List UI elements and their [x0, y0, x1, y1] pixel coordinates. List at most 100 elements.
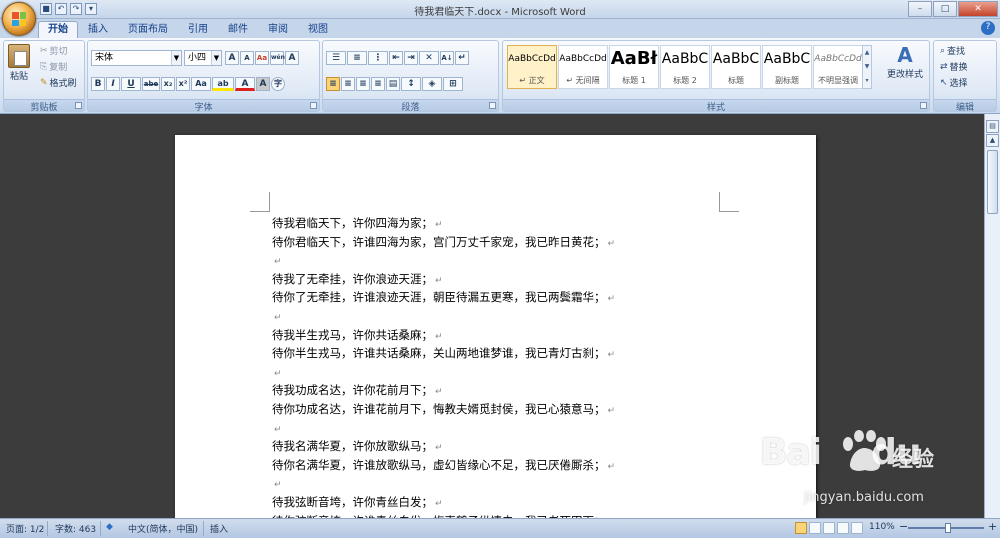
font-launcher-icon[interactable]	[310, 102, 317, 109]
italic-icon[interactable]: I	[106, 77, 120, 91]
maximize-button[interactable]: □	[933, 1, 957, 17]
paragraph-launcher-icon[interactable]	[489, 102, 496, 109]
web-layout-icon[interactable]	[823, 522, 835, 534]
font-size-select[interactable]: 小四 ▼	[184, 50, 222, 66]
style-subtitle[interactable]: AaBbC 副标题	[762, 45, 812, 89]
styles-launcher-icon[interactable]	[920, 102, 927, 109]
align-right-icon[interactable]: ≡	[356, 77, 370, 91]
tab-references[interactable]: 引用	[178, 21, 218, 38]
change-case-icon[interactable]: Aa	[191, 77, 211, 91]
office-button[interactable]	[2, 2, 36, 36]
document-line[interactable]: 待我半生戎马，许你共话桑麻； ↵	[272, 326, 615, 345]
insert-mode[interactable]: 插入	[210, 522, 228, 535]
decrease-indent-icon[interactable]: ⇤	[389, 51, 403, 65]
document-line[interactable]: 待我功成名达，许你花前月下； ↵	[272, 381, 615, 400]
show-marks-icon[interactable]: ↵	[455, 51, 469, 65]
empty-line[interactable]: ↵	[272, 419, 615, 438]
document-line[interactable]: 待你半生戎马，许谁共话桑麻，关山两地谁梦谁，我已青灯古刹； ↵	[272, 344, 615, 363]
document-line[interactable]: 待你名满华夏，许谁放歌纵马，虚幻皆缘心不足，我已厌倦厮杀； ↵	[272, 456, 615, 475]
minimize-button[interactable]: –	[908, 1, 932, 17]
vertical-scrollbar[interactable]: ▤ ▲	[984, 114, 1000, 518]
close-button[interactable]: ✕	[958, 1, 998, 17]
zoom-slider-knob[interactable]	[945, 523, 951, 533]
character-shading-icon[interactable]: A	[256, 77, 270, 91]
align-left-icon[interactable]: ≡	[326, 77, 340, 91]
superscript-icon[interactable]: x²	[176, 77, 190, 91]
tab-insert[interactable]: 插入	[78, 21, 118, 38]
tab-view[interactable]: 视图	[298, 21, 338, 38]
document-page[interactable]: 待我君临天下，许你四海为家； ↵ 待你君临天下，许谁四海为家，宫门万丈千家宠，我已昨…	[175, 135, 816, 528]
empty-line[interactable]: ↵	[272, 474, 615, 493]
bold-icon[interactable]: B	[91, 77, 105, 91]
style-no-spacing[interactable]: AaBbCcDd ↵ 无间隔	[558, 45, 608, 89]
strikethrough-icon[interactable]: abe	[142, 77, 160, 91]
style-heading-1[interactable]: AaBł 标题 1	[609, 45, 659, 89]
document-line[interactable]: 待我了无牵挂，许你浪迹天涯； ↵	[272, 270, 615, 289]
empty-line[interactable]: ↵	[272, 251, 615, 270]
phonetic-guide-icon[interactable]: wén	[270, 51, 285, 65]
bullets-icon[interactable]: ☰	[326, 51, 346, 65]
document-line[interactable]: 待我名满华夏，许你放歌纵马； ↵	[272, 437, 615, 456]
full-screen-reading-icon[interactable]	[809, 522, 821, 534]
outline-view-icon[interactable]	[837, 522, 849, 534]
cut-button[interactable]: ✂ 剪切	[40, 44, 68, 58]
document-line[interactable]: 待我弦断音垮，许你青丝白发； ↵	[272, 493, 615, 512]
underline-icon[interactable]: U	[121, 77, 141, 91]
sort-icon[interactable]: A↓	[440, 51, 454, 65]
zoom-in-icon[interactable]: +	[988, 520, 997, 533]
copy-button[interactable]: ⎘ 复制	[40, 60, 67, 74]
print-layout-view-icon[interactable]	[795, 522, 807, 534]
highlight-icon[interactable]: ab	[212, 77, 234, 91]
draft-view-icon[interactable]	[851, 522, 863, 534]
word-count[interactable]: 字数: 463	[55, 522, 96, 535]
tab-home[interactable]: 开始	[38, 21, 78, 38]
paragraph-shading-icon[interactable]: ◈	[422, 77, 442, 91]
distributed-icon[interactable]: ▤	[386, 77, 400, 91]
document-line[interactable]: 待你了无牵挂，许谁浪迹天涯，朝臣待漏五更寒，我已两鬓霜华； ↵	[272, 288, 615, 307]
font-color-icon[interactable]: A	[235, 77, 255, 91]
document-line[interactable]: 待你君临天下，许谁四海为家，宫门万丈千家宠，我已昨日黄花； ↵	[272, 233, 615, 252]
increase-indent-icon[interactable]: ⇥	[404, 51, 418, 65]
shrink-font-icon[interactable]: A	[240, 51, 254, 65]
document-body[interactable]: 待我君临天下，许你四海为家； ↵ 待你君临天下，许谁四海为家，宫门万丈千家宠，我已昨…	[272, 214, 615, 530]
find-button[interactable]: ⌕ 查找	[940, 44, 965, 58]
style-gallery-scroll[interactable]: ▲ ▼ ▾	[862, 45, 872, 89]
page-count[interactable]: 页面: 1/2	[6, 522, 44, 535]
enclose-characters-icon[interactable]: 字	[271, 77, 285, 91]
scroll-up-icon[interactable]: ▲	[986, 134, 999, 147]
ruler-toggle-icon[interactable]: ▤	[986, 120, 999, 133]
tab-review[interactable]: 审阅	[258, 21, 298, 38]
select-button[interactable]: ↖ 选择	[940, 76, 968, 90]
replace-button[interactable]: ⇄ 替换	[940, 60, 968, 74]
character-border-icon[interactable]: A	[285, 51, 299, 65]
clear-format-icon[interactable]: Aa	[255, 51, 269, 65]
multilevel-list-icon[interactable]: ⋮	[368, 51, 388, 65]
document-line[interactable]: 待我君临天下，许你四海为家； ↵	[272, 214, 615, 233]
style-title[interactable]: AaBbC 标题	[711, 45, 761, 89]
align-center-icon[interactable]: ≡	[341, 77, 355, 91]
format-painter-button[interactable]: ✎ 格式刷	[40, 76, 77, 90]
empty-line[interactable]: ↵	[272, 363, 615, 382]
style-heading-2[interactable]: AaBbC 标题 2	[660, 45, 710, 89]
zoom-level[interactable]: 110%	[869, 522, 895, 532]
style-normal[interactable]: AaBbCcDd ↵ 正文	[507, 45, 557, 89]
chinese-layout-icon[interactable]: ✕	[419, 51, 439, 65]
zoom-out-icon[interactable]: −	[899, 520, 908, 533]
help-button[interactable]: ?	[981, 21, 995, 35]
clipboard-launcher-icon[interactable]	[75, 102, 82, 109]
proofing-icon[interactable]: ◆	[106, 522, 113, 532]
scroll-thumb[interactable]	[987, 150, 998, 214]
tab-page-layout[interactable]: 页面布局	[118, 21, 178, 38]
empty-line[interactable]: ↵	[272, 307, 615, 326]
paste-button[interactable]: 粘贴	[8, 44, 30, 82]
borders-icon[interactable]: ⊞	[443, 77, 463, 91]
line-spacing-icon[interactable]: ↕	[401, 77, 421, 91]
document-line[interactable]: 待你功成名达，许谁花前月下，悔教夫婿觅封侯，我已心猿意马； ↵	[272, 400, 615, 419]
font-name-select[interactable]: 宋体 ▼	[91, 50, 182, 66]
chevron-down-icon[interactable]: ▼	[211, 51, 221, 65]
style-subtle-emphasis[interactable]: AaBbCcDd 不明显强调	[813, 45, 863, 89]
language-status[interactable]: 中文(简体，中国)	[128, 522, 198, 535]
tab-mailings[interactable]: 邮件	[218, 21, 258, 38]
justify-icon[interactable]: ≡	[371, 77, 385, 91]
chevron-down-icon[interactable]: ▼	[171, 51, 181, 65]
